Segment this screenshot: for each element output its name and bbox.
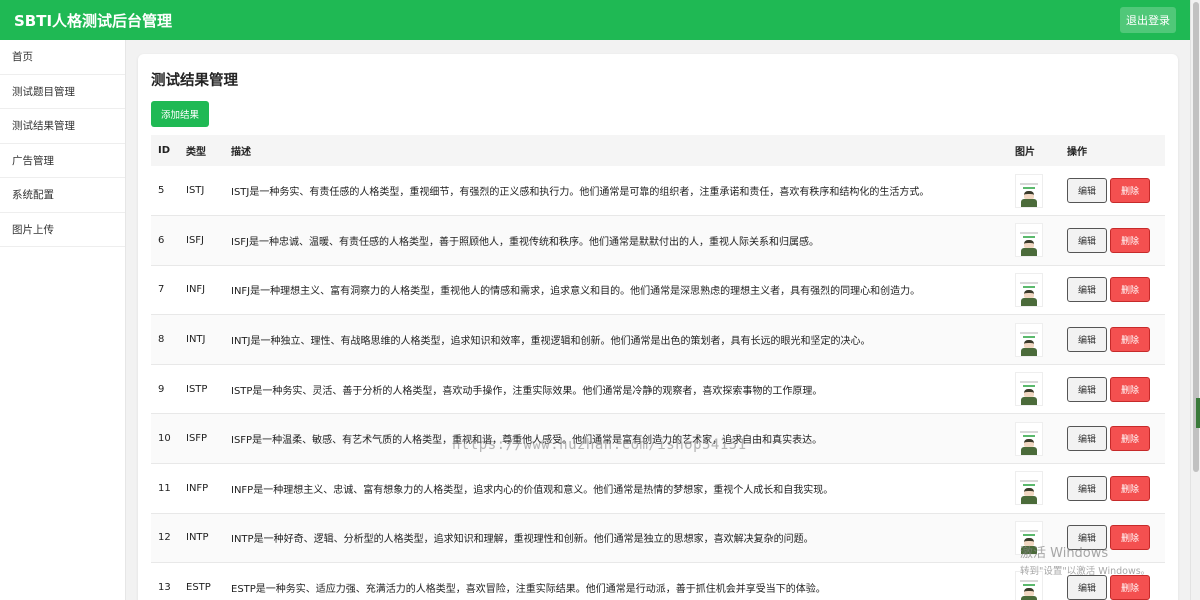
cell-description: ISTJ是一种务实、有责任感的人格类型，重视细节，有强烈的正义感和执行力。他们通… (224, 166, 1008, 217)
cell-id: 10 (151, 413, 179, 465)
page-title: 测试结果管理 (151, 73, 238, 89)
cell-type: INTP (179, 513, 224, 564)
page-scrollbar[interactable] (1190, 0, 1200, 600)
edit-button[interactable]: 编辑 (1067, 227, 1107, 253)
table-body: 5 ISTJ ISTJ是一种务实、有责任感的人格类型，重视细节，有强烈的正义感和执行… (151, 166, 1165, 600)
delete-button[interactable]: 删除 (1110, 475, 1150, 501)
table-row: 5 ISTJ ISTJ是一种务实、有责任感的人格类型，重视细节，有强烈的正义感和执行… (151, 166, 1165, 217)
add-result-button[interactable]: 添加结果 (151, 101, 210, 127)
cell-actions: 编辑 删除 (1060, 265, 1165, 316)
edit-button[interactable]: 编辑 (1067, 178, 1107, 204)
sidebar-item-image-upload[interactable]: 图片上传 (0, 213, 125, 247)
table-row: 13 ESTP ESTP是一种务实、适应力强、充满活力的人格类型，喜欢冒险，注重实际… (151, 562, 1165, 600)
cell-image (1008, 314, 1060, 365)
character-face-thumbnail-icon (1015, 421, 1043, 456)
cell-type: ISTJ (179, 166, 224, 217)
cell-id: 9 (151, 364, 179, 415)
character-thumbnail-icon (1015, 471, 1043, 506)
cell-id: 5 (151, 166, 179, 217)
activation-subtitle: 转到"设置"以激活 Windows。 (1020, 566, 1151, 577)
cell-id: 12 (151, 513, 179, 564)
edit-button[interactable]: 编辑 (1067, 426, 1107, 452)
column-header-description: 描述 (224, 135, 1008, 166)
edge-tab (1196, 398, 1200, 428)
cell-actions: 编辑 删除 (1060, 314, 1165, 365)
column-header-id: ID (151, 135, 179, 166)
sidebar-item-results[interactable]: 测试结果管理 (0, 109, 125, 144)
delete-button[interactable]: 删除 (1110, 178, 1150, 204)
cell-id: 8 (151, 314, 179, 365)
results-table: ID 类型 描述 图片 操作 5 ISTJ ISTJ是一种务实、有责任感的人格类型，… (151, 135, 1165, 600)
cell-actions: 编辑 删除 (1060, 364, 1165, 415)
cell-image (1008, 413, 1060, 465)
cell-type: INFP (179, 463, 224, 514)
table-header-row: ID 类型 描述 图片 操作 (151, 135, 1165, 166)
delete-button[interactable]: 删除 (1110, 575, 1150, 600)
cell-id: 13 (151, 562, 179, 600)
character-face-thumbnail-icon (1015, 272, 1043, 307)
table-row: 9 ISTP ISTP是一种务实、灵活、善于分析的人格类型，喜欢动手操作，注重实际效… (151, 364, 1165, 415)
delete-button[interactable]: 删除 (1110, 327, 1150, 353)
cell-description: ISTP是一种务实、灵活、善于分析的人格类型，喜欢动手操作，注重实际效果。他们通… (224, 364, 1008, 415)
cell-type: ISFJ (179, 215, 224, 266)
cell-image (1008, 364, 1060, 415)
cell-image (1008, 463, 1060, 514)
delete-button[interactable]: 删除 (1110, 426, 1150, 452)
cell-id: 6 (151, 215, 179, 266)
character-thumbnail-icon (1015, 372, 1043, 407)
cell-id: 7 (151, 265, 179, 316)
cell-description: ESTP是一种务实、适应力强、充满活力的人格类型，喜欢冒险，注重实际结果。他们通… (224, 562, 1008, 600)
character-thumbnail-icon (1015, 223, 1043, 258)
table-row: 8 INTJ INTJ是一种独立、理性、有战略思维的人格类型，追求知识和效率，重视逻… (151, 314, 1165, 365)
edit-button[interactable]: 编辑 (1067, 327, 1107, 353)
activation-title: 激活 Windows (1020, 546, 1109, 561)
column-header-image: 图片 (1008, 135, 1060, 166)
column-header-actions: 操作 (1060, 135, 1165, 166)
sidebar-item-questions[interactable]: 测试题目管理 (0, 75, 125, 109)
column-header-type: 类型 (179, 135, 224, 166)
cell-type: ISTP (179, 364, 224, 415)
cell-type: INFJ (179, 265, 224, 316)
windows-activation-notice: 激活 Windows 转到"设置"以激活 Windows。 (1020, 542, 1150, 577)
cell-description: INTJ是一种独立、理性、有战略思维的人格类型，追求知识和效率，重视逻辑和创新。… (224, 314, 1008, 365)
top-header: SBTI人格测试后台管理 退出登录 (0, 0, 1190, 40)
cell-type: ESTP (179, 562, 224, 600)
sidebar: 首页 测试题目管理 测试结果管理 广告管理 系统配置 图片上传 (0, 40, 126, 600)
cell-id: 11 (151, 463, 179, 514)
sidebar-item-settings[interactable]: 系统配置 (0, 178, 125, 213)
sidebar-item-home[interactable]: 首页 (0, 40, 125, 75)
delete-button[interactable]: 删除 (1110, 376, 1150, 402)
results-panel: 测试结果管理 添加结果 ID 类型 描述 图片 操作 5 ISTJ ISTJ是一种务… (138, 54, 1178, 600)
cell-description: ISFJ是一种忠诚、温暖、有责任感的人格类型，善于照顾他人，重视传统和秩序。他们… (224, 215, 1008, 266)
logout-button[interactable]: 退出登录 (1120, 7, 1176, 33)
table-row: 6 ISFJ ISFJ是一种忠诚、温暖、有责任感的人格类型，善于照顾他人，重视传统和… (151, 215, 1165, 266)
cell-actions: 编辑 删除 (1060, 166, 1165, 217)
table-row: 12 INTP INTP是一种好奇、逻辑、分析型的人格类型，追求知识和理解，重视理性… (151, 513, 1165, 564)
edit-button[interactable]: 编辑 (1067, 575, 1107, 600)
cell-description: INFJ是一种理想主义、富有洞察力的人格类型，重视他人的情感和需求，追求意义和目… (224, 265, 1008, 316)
table-row: 11 INFP INFP是一种理想主义、忠诚、富有想象力的人格类型，追求内心的价值观… (151, 463, 1165, 514)
table-row: 7 INFJ INFJ是一种理想主义、富有洞察力的人格类型，重视他人的情感和需求，追… (151, 265, 1165, 316)
cell-image (1008, 166, 1060, 217)
cell-image (1008, 265, 1060, 316)
character-thumbnail-icon (1015, 322, 1043, 357)
cell-actions: 编辑 删除 (1060, 413, 1165, 465)
edit-button[interactable]: 编辑 (1067, 277, 1107, 303)
edit-button[interactable]: 编辑 (1067, 475, 1107, 501)
cell-actions: 编辑 删除 (1060, 463, 1165, 514)
edit-button[interactable]: 编辑 (1067, 376, 1107, 402)
cell-type: INTJ (179, 314, 224, 365)
app-title: SBTI人格测试后台管理 (14, 11, 173, 30)
url-watermark: https://www.huzhan.com/ishop54151 (452, 437, 747, 453)
sidebar-item-ads[interactable]: 广告管理 (0, 144, 125, 178)
cell-actions: 编辑 删除 (1060, 215, 1165, 266)
delete-button[interactable]: 删除 (1110, 277, 1150, 303)
character-thumbnail-icon (1015, 173, 1043, 208)
cell-image (1008, 215, 1060, 266)
delete-button[interactable]: 删除 (1110, 227, 1150, 253)
cell-description: INFP是一种理想主义、忠诚、富有想象力的人格类型，追求内心的价值观和意义。他们… (224, 463, 1008, 514)
cell-type: ISFP (179, 413, 224, 465)
cell-description: INTP是一种好奇、逻辑、分析型的人格类型，追求知识和理解，重视理性和创新。他们… (224, 513, 1008, 564)
